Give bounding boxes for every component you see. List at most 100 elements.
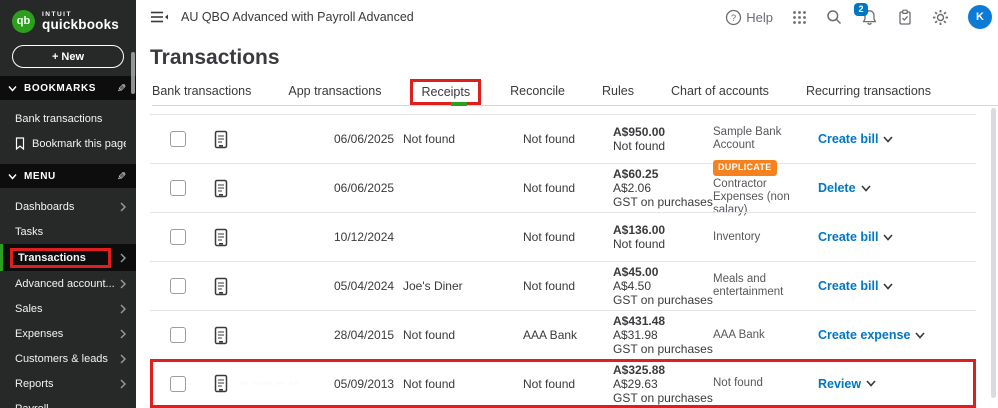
sidebar-item-bookmark-this-page[interactable]: Bookmark this page (0, 131, 136, 156)
active-tab-indicator (451, 102, 467, 106)
row-amount: A$136.00 Not found (613, 223, 713, 251)
apps-grid-icon[interactable] (792, 10, 807, 25)
vertical-scrollbar[interactable] (991, 108, 996, 398)
chevron-right-icon (120, 279, 126, 289)
edit-bookmarks-icon[interactable]: ✎ (117, 82, 126, 95)
page-title: Transactions (150, 46, 998, 70)
company-name[interactable]: AU QBO Advanced with Payroll Advanced (181, 10, 414, 24)
row-action-link[interactable]: Create bill (818, 132, 878, 146)
row-action[interactable]: Create bill (818, 132, 976, 146)
tasks-clipboard-icon[interactable] (897, 9, 913, 26)
chevron-down-icon (866, 380, 876, 387)
search-icon[interactable] (826, 9, 842, 25)
row-category: Not found (713, 377, 818, 390)
tab-chart-of-accounts[interactable]: Chart of accounts (671, 84, 769, 98)
row-date: 06/06/2025 (334, 132, 403, 146)
sidebar-item-tasks[interactable]: Tasks (0, 219, 136, 244)
quickbooks-wordmark: quickbooks (42, 18, 119, 32)
tab-reconcile[interactable]: Reconcile (510, 84, 565, 98)
chevron-down-icon (915, 332, 925, 339)
row-checkbox[interactable] (170, 278, 186, 294)
table-row: 10/12/2024 Not found A$136.00 Not found … (150, 212, 976, 261)
row-amount: A$325.88 A$29.63 GST on purchases (613, 363, 713, 405)
tab-bank-transactions[interactable]: Bank transactions (152, 84, 251, 98)
quickbooks-logo-icon: qb (12, 10, 35, 33)
sidebar-item-sales[interactable]: Sales (0, 296, 136, 321)
quickbooks-logo: qb INTUIT quickbooks (0, 0, 136, 38)
help-icon: ? (725, 9, 742, 26)
row-action[interactable]: Create bill (818, 279, 976, 293)
bookmarks-section-header[interactable]: BOOKMARKS ✎ (0, 76, 136, 100)
row-checkbox[interactable] (170, 131, 186, 147)
settings-gear-icon[interactable] (932, 9, 949, 26)
row-checkbox[interactable] (170, 376, 186, 392)
row-checkbox[interactable] (170, 180, 186, 196)
table-row: 05/04/2024 Joe's Diner Not found A$45.00… (150, 261, 976, 310)
row-amount: A$431.48 A$31.98 GST on purchases (613, 314, 713, 356)
row-action-link[interactable]: Review (818, 377, 861, 391)
row-bank: Not found (523, 230, 613, 244)
row-action[interactable]: Create expense (818, 328, 976, 342)
row-action-link[interactable]: Create expense (818, 328, 910, 342)
row-vendor: Joe's Diner (403, 279, 523, 293)
chevron-right-icon (120, 304, 126, 314)
sidebar-item-customers-leads[interactable]: Customers & leads (0, 346, 136, 371)
user-avatar[interactable]: K (968, 5, 992, 29)
row-category: Inventory (713, 231, 818, 244)
receipt-name-blurred: ·· ···· ·· ·· (228, 379, 334, 388)
row-action-link[interactable]: Create bill (818, 279, 878, 293)
tab-recurring-transactions[interactable]: Recurring transactions (806, 84, 931, 98)
row-action-link[interactable]: Create bill (818, 230, 878, 244)
help-button[interactable]: ? Help (725, 9, 773, 26)
row-action[interactable]: Review (818, 377, 976, 391)
edit-menu-icon[interactable]: ✎ (117, 170, 126, 183)
notification-count-badge: 2 (854, 3, 868, 16)
row-vendor: Not found (403, 328, 523, 342)
sidebar-item-label: Bank transactions (15, 113, 126, 125)
chevron-right-icon (120, 253, 126, 263)
row-action[interactable]: Create bill (818, 230, 976, 244)
sidebar-item-transactions[interactable]: Transactions (0, 244, 136, 271)
receipt-icon[interactable] (214, 179, 228, 198)
tab-app-transactions[interactable]: App transactions (288, 84, 381, 98)
chevron-down-icon (8, 85, 17, 92)
topbar: AU QBO Advanced with Payroll Advanced ? … (136, 0, 998, 34)
receipt-icon[interactable] (214, 326, 228, 345)
receipt-icon[interactable] (214, 228, 228, 247)
sidebar-item-payroll[interactable]: Payroll (0, 396, 136, 408)
sidebar-item-advanced-accounting[interactable]: Advanced account... (0, 271, 136, 296)
tab-receipts[interactable]: Receipts (410, 79, 481, 105)
duplicate-badge: DUPLICATE (713, 160, 777, 176)
receipt-icon[interactable] (214, 130, 228, 149)
sidebar-item-bank-transactions[interactable]: Bank transactions (0, 106, 136, 131)
row-checkbox[interactable] (170, 229, 186, 245)
bookmark-icon (15, 137, 25, 150)
row-vendor: Not found (403, 377, 523, 391)
quickbooks-app: qb INTUIT quickbooks + New BOOKMARKS ✎ B… (0, 0, 998, 408)
tab-rules[interactable]: Rules (602, 84, 634, 98)
row-bank: AAA Bank (523, 328, 613, 342)
row-date: 28/04/2015 (334, 328, 403, 342)
sidebar-scrollbar[interactable] (131, 52, 135, 94)
collapse-sidebar-icon[interactable] (150, 9, 169, 25)
row-bank: Not found (523, 377, 613, 391)
sidebar-item-expenses[interactable]: Expenses (0, 321, 136, 346)
sidebar-item-label: Bookmark this page (32, 138, 126, 150)
row-bank: Not found (523, 279, 613, 293)
svg-text:?: ? (731, 13, 736, 24)
receipt-icon[interactable] (214, 277, 228, 296)
row-amount: A$950.00 Not found (613, 125, 713, 153)
chevron-down-icon (861, 185, 871, 192)
row-action[interactable]: Delete (818, 181, 976, 195)
row-checkbox[interactable] (170, 327, 186, 343)
chevron-down-icon (883, 283, 893, 290)
menu-section-header[interactable]: MENU ✎ (0, 164, 136, 188)
tab-receipts-label: Receipts (421, 85, 470, 99)
row-action-link[interactable]: Delete (818, 181, 856, 195)
notifications-bell-icon[interactable]: 2 (861, 9, 878, 26)
sidebar-item-reports[interactable]: Reports (0, 371, 136, 396)
sidebar-item-dashboards[interactable]: Dashboards (0, 194, 136, 219)
new-button[interactable]: + New (12, 45, 124, 68)
receipt-icon[interactable] (214, 374, 228, 393)
row-category: AAA Bank (713, 329, 818, 342)
